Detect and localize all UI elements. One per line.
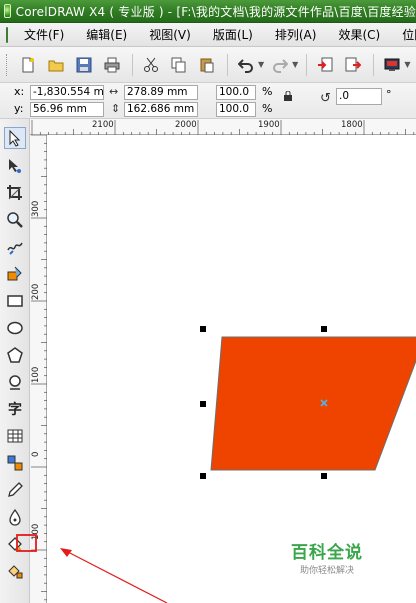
menu-layout[interactable]: 版面(L) [213, 26, 253, 43]
selection-handle-bottom-center[interactable] [321, 473, 327, 479]
rotation-icon: ↺ [320, 91, 331, 106]
copy-icon[interactable] [168, 54, 190, 76]
save-icon[interactable] [73, 54, 95, 76]
crop-tool-icon[interactable] [4, 182, 26, 204]
y-label: y: [14, 102, 24, 115]
toolbar-separator [373, 53, 375, 76]
ruler-v-label: 200 [31, 283, 41, 300]
ruler-h-label: 1800 [341, 120, 363, 130]
freehand-tool-icon[interactable] [4, 236, 26, 258]
shape-tool-icon[interactable] [4, 155, 26, 177]
selection-handle-middle-left[interactable] [200, 401, 206, 407]
ruler-v-label: 100 [31, 523, 41, 540]
smart-fill-tool-icon[interactable] [4, 263, 26, 285]
document-icon[interactable] [6, 26, 8, 43]
import-icon[interactable] [314, 54, 336, 76]
text-tool-icon[interactable]: 字 [4, 398, 26, 420]
ruler-v-label: 300 [31, 200, 41, 217]
property-bar: x: -1,830.554 mm y: 56.96 mm ↔ 278.89 mm… [0, 83, 416, 119]
publish-dropdown-icon[interactable]: ▼ [404, 60, 410, 69]
menu-arrange[interactable]: 排列(A) [275, 26, 317, 43]
menu-view[interactable]: 视图(V) [149, 26, 191, 43]
watermark-subtitle: 助你轻松解决 [299, 566, 354, 576]
scale-x-field[interactable]: 100.0 [216, 85, 256, 100]
pick-tool-icon[interactable] [4, 127, 26, 149]
scale-y-field[interactable]: 100.0 [216, 102, 256, 117]
toolbox: 字 [0, 119, 30, 603]
menu-effects[interactable]: 效果(C) [338, 26, 380, 43]
coreldraw-app-icon [4, 4, 11, 18]
canvas-graphics [210, 336, 416, 471]
width-icon: ↔ [109, 85, 119, 98]
width-field[interactable]: 278.89 mm [124, 85, 198, 100]
ruler-v-label: 100 [31, 366, 41, 383]
height-field[interactable]: 162.686 mm [124, 102, 198, 117]
ruler-v-label: 0 [31, 451, 41, 457]
basic-shapes-tool-icon[interactable] [4, 371, 26, 393]
scale-x-percent: % [262, 85, 273, 98]
selection-handle-top-left[interactable] [200, 326, 206, 332]
lock-ratio-icon[interactable] [283, 90, 293, 104]
rectangle-tool-icon[interactable] [4, 290, 26, 312]
polygon-tool-icon[interactable] [4, 344, 26, 366]
height-icon: ⇕ [111, 102, 121, 115]
ellipse-tool-icon[interactable] [4, 317, 26, 339]
redo-icon[interactable] [269, 54, 291, 76]
scale-y-percent: % [262, 102, 273, 115]
watermark-title: 百科全说 [291, 543, 363, 563]
paste-icon[interactable] [196, 54, 218, 76]
interactive-blend-tool-icon[interactable] [4, 452, 26, 474]
ruler-h-label: 2100 [92, 120, 114, 130]
selected-parallelogram [210, 336, 416, 471]
menu-bar: 文件(F) 编辑(E) 视图(V) 版面(L) 排列(A) 效果(C) 位图 [0, 23, 416, 47]
y-position-field[interactable]: 56.96 mm [30, 102, 104, 117]
selection-handle-bottom-left[interactable] [200, 473, 206, 479]
redo-dropdown-icon[interactable]: ▼ [292, 60, 298, 69]
undo-dropdown-icon[interactable]: ▼ [258, 60, 264, 69]
eyedropper-tool-icon[interactable] [4, 479, 26, 501]
toolbar-separator [227, 53, 228, 76]
menu-edit[interactable]: 编辑(E) [86, 26, 127, 43]
ruler-h-label: 1900 [258, 120, 280, 130]
publish-icon[interactable] [381, 54, 403, 76]
vertical-ruler[interactable]: 300 200 100 0 100 [30, 135, 47, 603]
rotation-field[interactable]: .0 [336, 88, 382, 105]
watermark: 百科全说 助你轻松解决 [272, 538, 382, 576]
x-label: x: [14, 85, 25, 98]
x-position-field[interactable]: -1,830.554 mm [30, 85, 104, 100]
window-title: CorelDRAW X4 ( 专业版 ) - [F:\我的文档\我的源文件作品\… [15, 4, 416, 19]
selection-handle-top-center[interactable] [321, 326, 327, 332]
interactive-fill-tool-icon[interactable] [4, 560, 26, 582]
drawing-canvas[interactable] [47, 135, 416, 603]
outline-tool-icon[interactable] [4, 506, 26, 528]
fill-tool-icon[interactable] [4, 533, 26, 555]
toolbar-grip[interactable] [6, 53, 9, 76]
menu-file[interactable]: 文件(F) [24, 26, 64, 43]
cut-icon[interactable] [140, 54, 162, 76]
zoom-tool-icon[interactable] [4, 209, 26, 231]
new-icon[interactable] [17, 54, 39, 76]
menu-bitmaps[interactable]: 位图 [402, 26, 416, 43]
toolbar-separator [306, 53, 308, 76]
print-icon[interactable] [101, 54, 123, 76]
open-icon[interactable] [45, 54, 67, 76]
ruler-h-label: 2000 [175, 120, 197, 130]
title-bar: CorelDRAW X4 ( 专业版 ) - [F:\我的文档\我的源文件作品\… [0, 0, 416, 23]
undo-icon[interactable] [235, 54, 257, 76]
export-icon[interactable] [342, 54, 364, 76]
horizontal-ruler[interactable]: 2100 2000 1900 1800 [30, 119, 416, 135]
table-tool-icon[interactable] [4, 425, 26, 447]
standard-toolbar: ▼ ▼ ▼ [0, 47, 416, 83]
toolbar-separator [132, 53, 133, 76]
degree-symbol: ° [386, 88, 392, 101]
